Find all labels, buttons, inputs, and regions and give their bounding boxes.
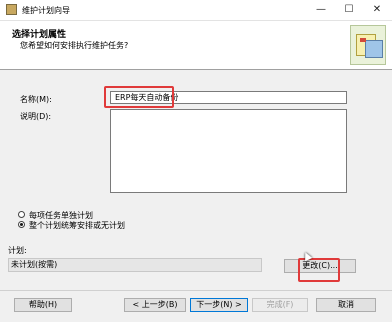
page-subtitle: 您希望如何安排执行维护任务? [20,41,129,50]
name-highlight [104,86,174,108]
back-button[interactable]: < 上一步(B) [124,298,186,312]
name-label: 名称(M): [20,95,52,104]
radio-whole-plan[interactable] [18,221,25,228]
minimize-button[interactable]: — [308,2,334,18]
wizard-header: 选择计划属性 您希望如何安排执行维护任务? [0,21,392,70]
cancel-button[interactable]: 取消 [316,298,376,312]
window-title: 维护计划向导 [22,6,70,15]
description-label: 说明(D): [20,112,52,121]
schedule-value: 未计划(按需) [8,258,262,272]
wizard-graphic-icon [350,25,386,65]
next-button[interactable]: 下一步(N) > [190,298,248,312]
radio-per-task[interactable] [18,211,25,218]
page-title: 选择计划属性 [12,30,67,40]
maximize-button[interactable]: ☐ [336,2,362,18]
radio-whole-plan-label: 整个计划统筹安排或无计划 [29,221,125,230]
title-bar: 维护计划向导 — ☐ ✕ [0,0,392,21]
finish-button[interactable]: 完成(F) [252,298,308,312]
app-icon [6,4,17,15]
schedule-label: 计划: [8,246,27,255]
close-button[interactable]: ✕ [364,2,390,18]
help-button[interactable]: 帮助(H) [14,298,72,312]
footer-divider [0,290,392,291]
description-textarea[interactable] [110,109,347,193]
